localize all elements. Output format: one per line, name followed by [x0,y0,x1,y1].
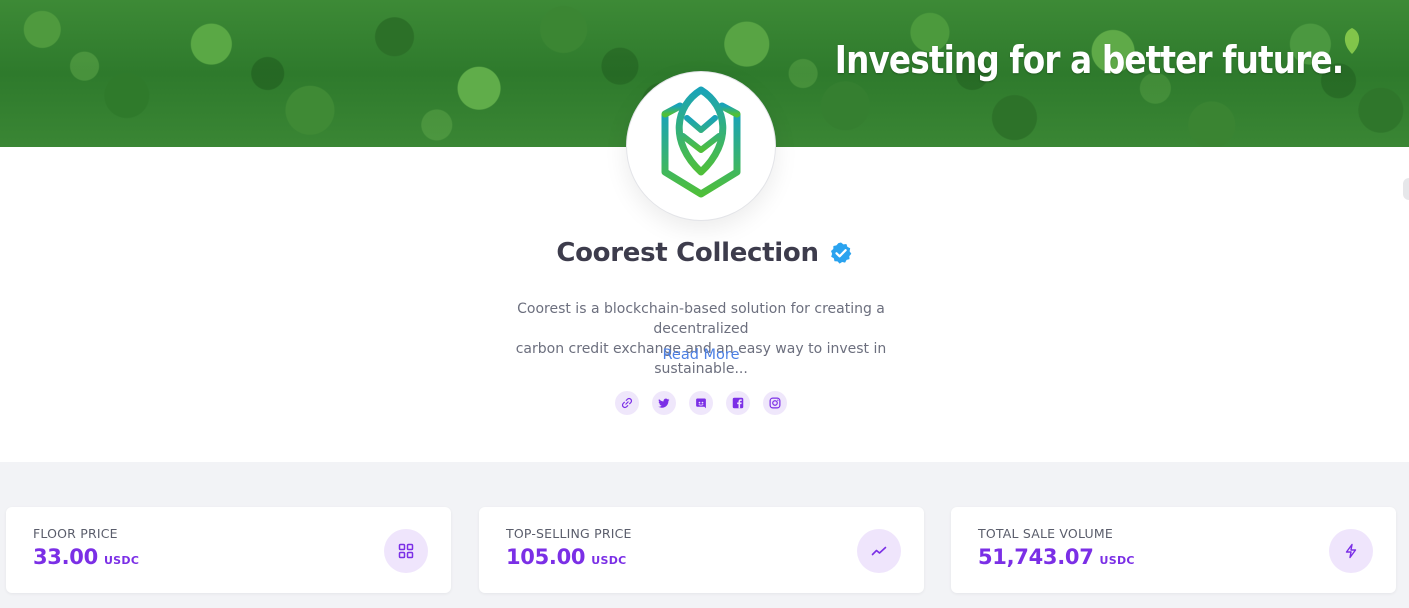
stat-label: TOP-SELLING PRICE [506,526,632,541]
twitter-link-button[interactable] [652,391,676,415]
social-links [0,391,1402,415]
stat-unit: USDC [591,554,627,567]
collection-title-row: Coorest Collection [0,238,1409,268]
stat-value-row: 105.00 USDC [506,545,627,569]
collection-title: Coorest Collection [556,238,819,268]
stat-label: FLOOR PRICE [33,526,118,541]
grid-icon [398,543,414,559]
page-scroll-handle[interactable] [1403,178,1409,200]
discord-link-button[interactable] [689,391,713,415]
link-icon [621,397,633,409]
instagram-icon [769,397,781,409]
stat-icon-badge [1329,529,1373,573]
stat-card-total-sale-volume: TOTAL SALE VOLUME 51,743.07 USDC [951,507,1396,593]
facebook-icon [732,397,744,409]
instagram-link-button[interactable] [763,391,787,415]
coorest-logo-icon [661,86,741,200]
banner-tagline: Investing for a better future. [834,38,1343,82]
discord-icon [696,398,706,409]
verified-badge-icon [830,242,851,264]
stat-value-row: 33.00 USDC [33,545,139,569]
stat-value: 51,743.07 [978,545,1094,569]
stat-unit: USDC [1099,554,1135,567]
collection-logo [626,71,776,221]
leaf-icon [1344,28,1360,54]
twitter-icon [658,398,670,408]
stat-value-row: 51,743.07 USDC [978,545,1135,569]
stat-unit: USDC [103,554,140,567]
trend-icon [871,546,887,556]
collection-description: Coorest is a blockchain-based solution f… [480,299,922,379]
website-link-button[interactable] [615,391,639,415]
stat-card-floor-price: FLOOR PRICE 33.00 USDC [6,507,451,593]
stat-value: 33.00 [33,545,98,569]
stat-icon-badge [384,529,428,573]
bolt-icon [1345,543,1357,559]
stat-card-top-selling-price: TOP-SELLING PRICE 105.00 USDC [479,507,924,593]
facebook-link-button[interactable] [726,391,750,415]
description-line-1: Coorest is a blockchain-based solution f… [517,301,885,337]
stat-label: TOTAL SALE VOLUME [978,526,1113,541]
stat-icon-badge [857,529,901,573]
stat-value: 105.00 [506,545,586,569]
read-more-link[interactable]: Read More [0,347,1402,363]
